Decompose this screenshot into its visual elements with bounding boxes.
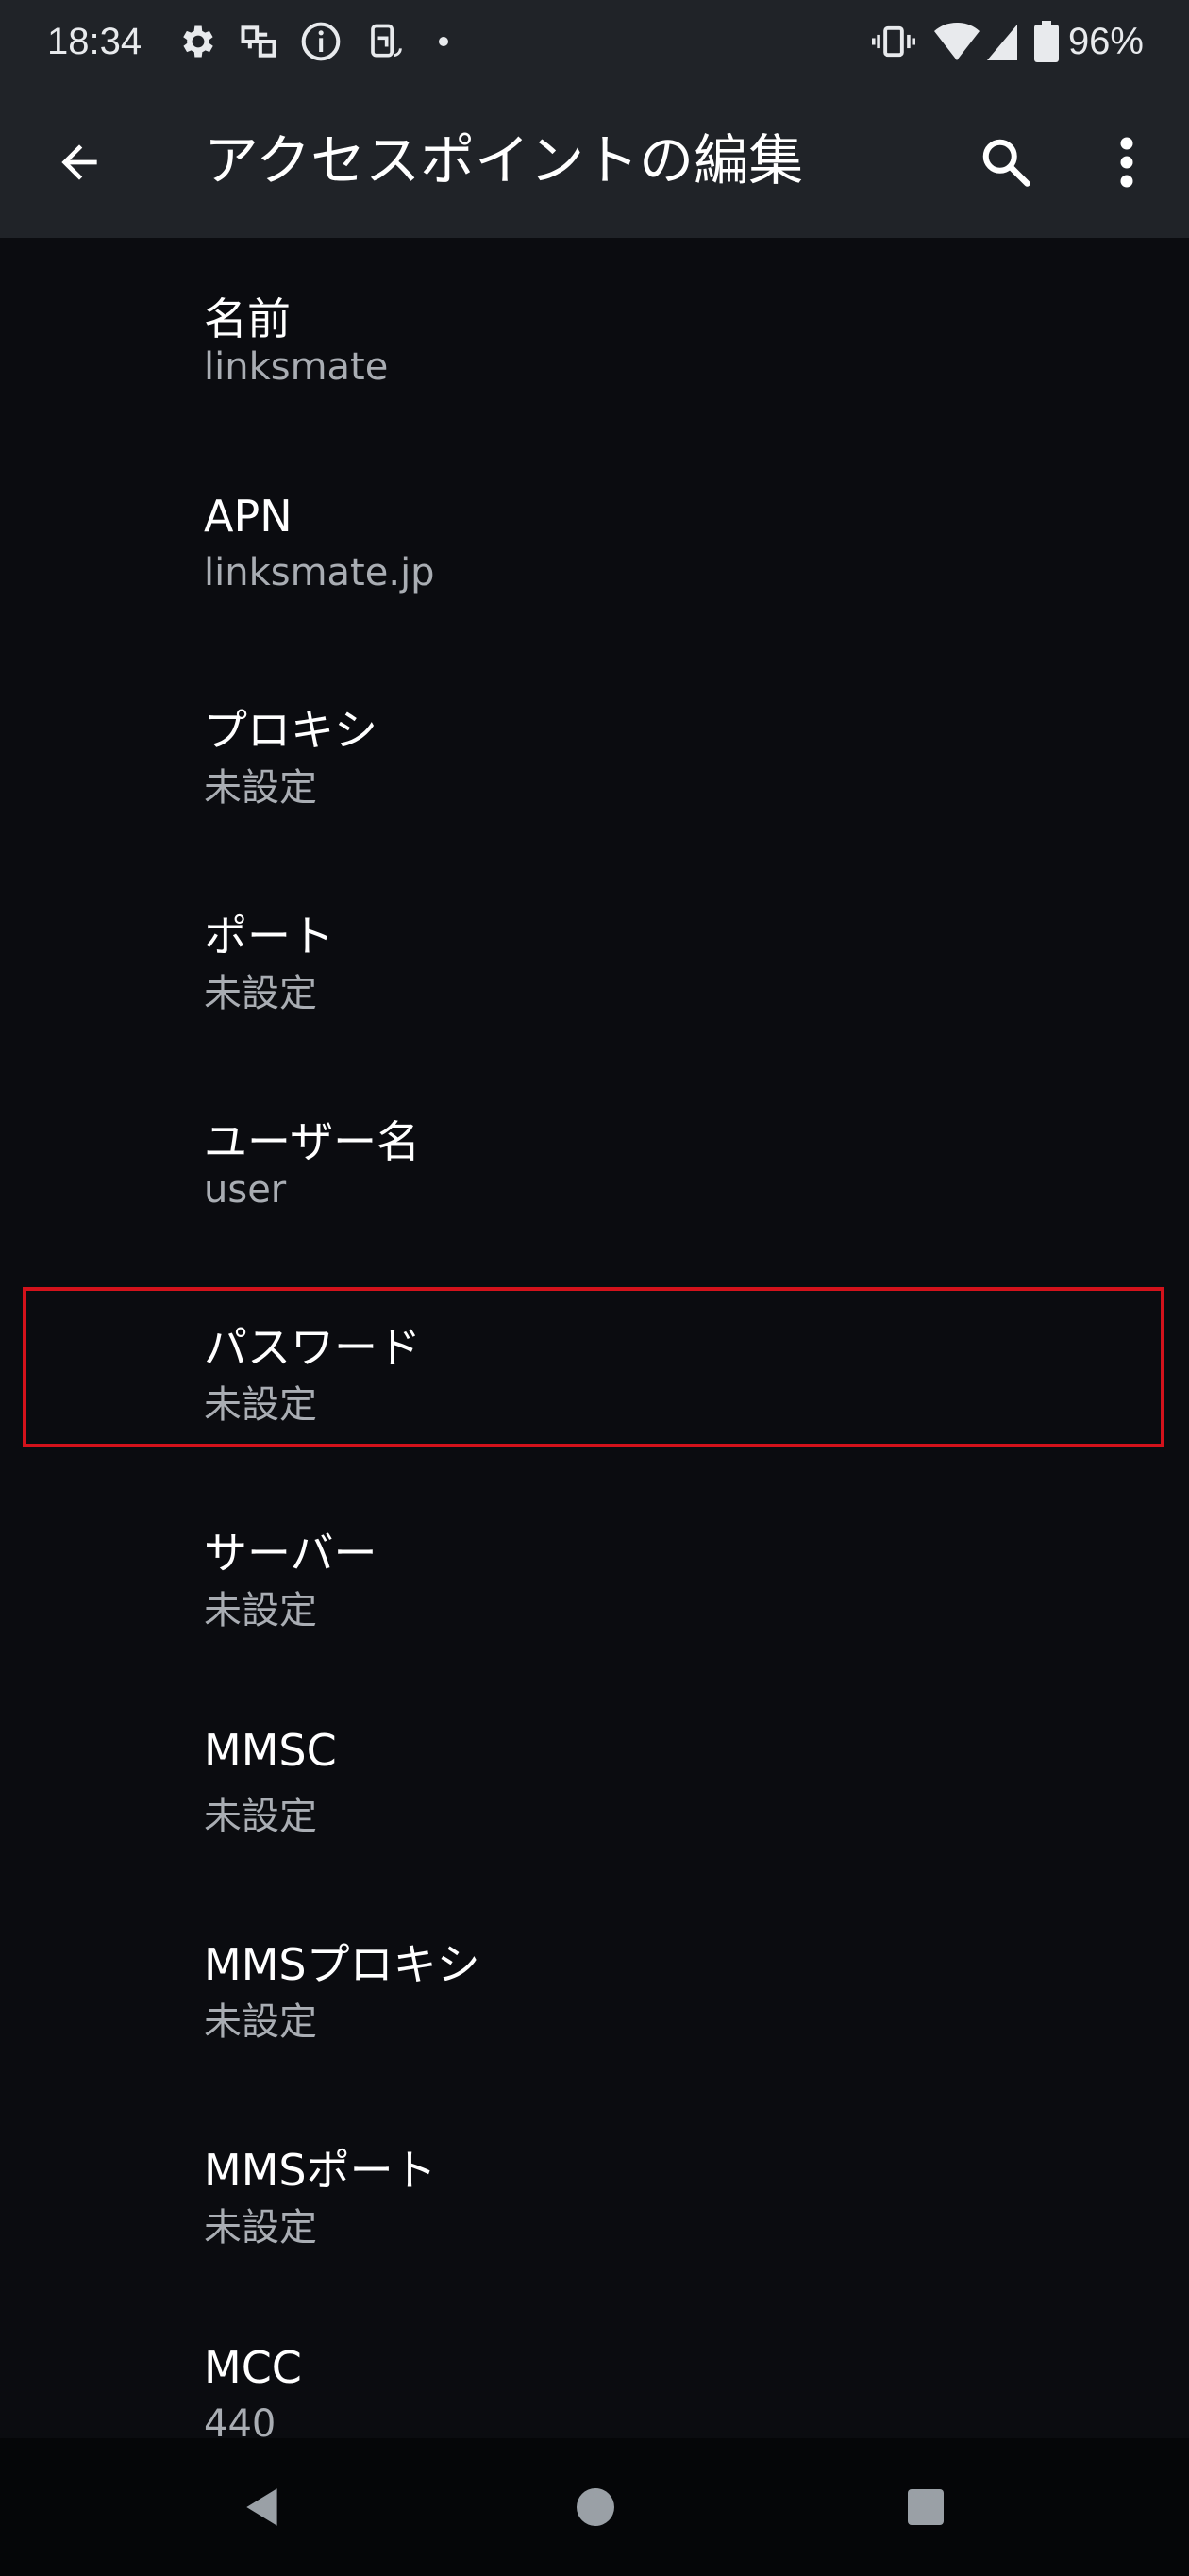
pref-mmsc[interactable]: MMSC 未設定 <box>0 1678 1189 1883</box>
status-bar: 18:34 96% <box>0 0 1189 83</box>
pref-summary: 未設定 <box>204 1589 317 1632</box>
pref-summary: 未設定 <box>204 2000 317 2044</box>
pref-summary: 未設定 <box>204 972 317 1015</box>
pref-title: 名前 <box>204 293 291 344</box>
pref-mms-proxy[interactable]: MMSプロキシ 未設定 <box>0 1883 1189 2089</box>
more-options-button[interactable] <box>1089 125 1164 200</box>
pref-title: APN <box>204 491 293 542</box>
navigation-bar <box>0 2438 1189 2576</box>
pref-title: MMSC <box>204 1725 337 1776</box>
pref-title: プロキシ <box>204 705 377 756</box>
pref-summary: 未設定 <box>204 766 317 810</box>
pref-mms-port[interactable]: MMSポート 未設定 <box>0 2089 1189 2295</box>
pref-title: ポート <box>204 911 334 962</box>
screen-rotate-icon <box>362 21 404 66</box>
pref-summary: 未設定 <box>204 1383 317 1427</box>
pref-title: MMSプロキシ <box>204 1939 480 1990</box>
wifi-icon <box>934 21 980 66</box>
pref-apn[interactable]: APN linksmate.jp <box>0 443 1189 649</box>
pref-title: MCC <box>204 2342 302 2393</box>
pref-summary: 未設定 <box>204 1795 317 1838</box>
gear-icon <box>177 21 219 66</box>
search-icon <box>982 139 1030 187</box>
pref-username[interactable]: ユーザー名 user <box>0 1061 1189 1266</box>
back-button[interactable] <box>42 125 117 200</box>
arrow-left-icon <box>61 144 97 180</box>
page-title: アクセスポイントの編集 <box>204 128 804 192</box>
home-circle-icon <box>577 2488 614 2526</box>
nav-back-button[interactable] <box>221 2465 306 2550</box>
pref-title: MMSポート <box>204 2145 437 2196</box>
pref-summary: 未設定 <box>204 2206 317 2250</box>
pref-proxy[interactable]: プロキシ 未設定 <box>0 649 1189 855</box>
info-icon <box>300 21 342 66</box>
status-time: 18:34 <box>47 21 142 62</box>
pref-password[interactable]: パスワード 未設定 <box>0 1266 1189 1472</box>
pref-summary: linksmate.jp <box>204 551 435 594</box>
pref-summary: user <box>204 1168 287 1212</box>
pref-port[interactable]: ポート 未設定 <box>0 855 1189 1061</box>
pref-server[interactable]: サーバー 未設定 <box>0 1472 1189 1678</box>
vpn-key-icon <box>238 21 279 66</box>
search-button[interactable] <box>968 125 1044 200</box>
nav-recents-button[interactable] <box>883 2465 968 2550</box>
pref-name[interactable]: 名前 linksmate <box>0 238 1189 443</box>
pref-title: サーバー <box>204 1528 377 1579</box>
battery-percent: 96% <box>1067 21 1144 62</box>
more-vert-icon <box>1120 137 1133 188</box>
dot-icon <box>434 32 453 55</box>
nav-home-button[interactable] <box>553 2465 638 2550</box>
app-bar: アクセスポイントの編集 <box>0 83 1189 238</box>
pref-summary: linksmate <box>204 345 389 389</box>
pref-title: ユーザー名 <box>204 1116 421 1167</box>
apn-settings-list: 名前 linksmate APN linksmate.jp プロキシ 未設定 ポ… <box>0 238 1189 2501</box>
recents-square-icon <box>908 2489 944 2525</box>
apn-edit-screen: 18:34 96% アクセスポイントの編集 名前 linksmate APN l… <box>0 0 1189 2576</box>
pref-title: パスワード <box>204 1322 421 1373</box>
wifi-signal-icon <box>985 21 1019 66</box>
vibrate-icon <box>872 21 915 66</box>
battery-icon <box>1034 21 1059 66</box>
back-triangle-icon <box>246 2488 277 2526</box>
